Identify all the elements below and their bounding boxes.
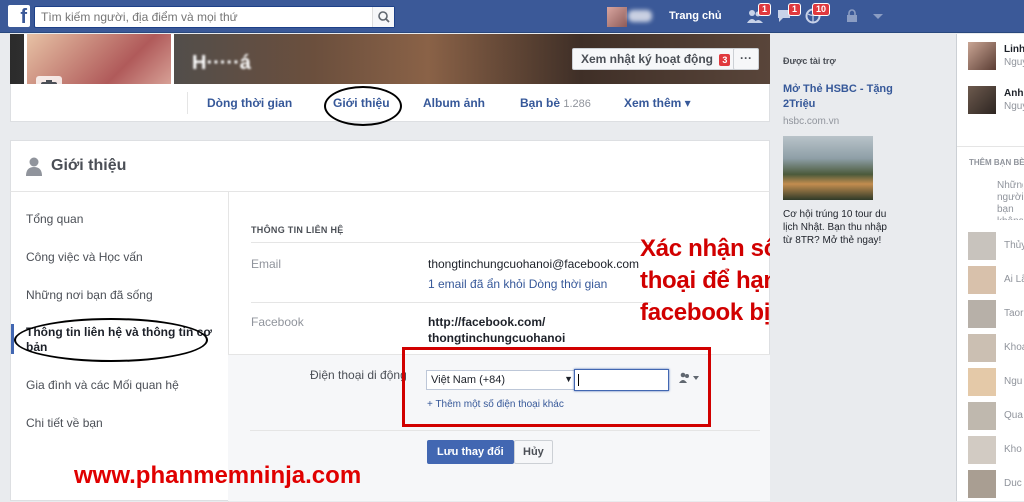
chat-contact-sub: Nguy [1004,57,1024,68]
chat-section-title: THÊM BẠN BÈ [969,158,1024,167]
tab-friends-label: Bạn bè [520,96,561,110]
chat-avatar[interactable] [968,86,996,114]
divider [250,430,760,431]
cover-more-button[interactable]: ··· [733,48,759,70]
search-box[interactable] [34,6,395,28]
chat-avatar[interactable] [968,334,996,362]
chat-avatar[interactable] [968,436,996,464]
email-label: Email [251,257,282,271]
friends-count: 1.286 [563,98,591,110]
contact-info-highlight-ellipse [14,318,208,362]
contact-info-section-title: THÔNG TIN LIÊN HỆ [251,225,344,235]
tab-photos[interactable]: Album ảnh [423,96,485,110]
ad-title-hsbc[interactable]: Mở Thẻ HSBC - Tặng 2Triệu [783,82,903,112]
divider [251,302,651,303]
hidden-email-link[interactable]: 1 email đã ẩn khỏi Dòng thời gian [428,277,607,291]
chat-avatar[interactable] [968,368,996,396]
phone-highlight-red-box [402,347,711,427]
chat-contact-name[interactable]: Ai Lã [1004,274,1024,285]
tab-more[interactable]: Xem thêm ▾ [624,96,691,110]
chat-avatar[interactable] [968,42,996,70]
chat-contact-name[interactable]: Khoa [1004,342,1024,353]
chat-contact-name[interactable]: Kho [1004,444,1022,455]
top-navigation-bar: f Trang chủ 1 1 10 [0,0,1024,33]
ad-image-campfire[interactable] [783,136,873,200]
search-button[interactable] [372,7,394,27]
chat-avatar[interactable] [968,300,996,328]
sidebar-item-work-education[interactable]: Công việc và Học vấn [26,250,143,264]
email-value: thongtinchungcuohanoi@facebook.com [428,257,639,271]
about-header: Giới thiệu [10,140,770,192]
account-menu-chevron-icon[interactable] [869,9,887,25]
activity-log-badge: 3 [719,54,731,66]
search-icon [378,11,390,23]
activity-log-label: Xem nhật ký hoạt động [581,52,714,66]
chat-contact-name[interactable]: Ngu [1004,376,1022,387]
activity-log-button[interactable]: Xem nhật ký hoạt động 3 [572,48,740,70]
facebook-url-line1: http://facebook.com/ [428,315,546,329]
search-input[interactable] [35,7,365,27]
ad-host-hsbc[interactable]: hsbc.com.vn [783,116,839,127]
chat-contact-name[interactable]: Anh [1004,88,1023,99]
facebook-logo[interactable]: f [8,5,30,28]
notifications-badge: 10 [812,3,831,16]
ads-column: Được tài trợ Mở Thẻ HSBC - Tặng 2Triệu h… [770,34,956,501]
chat-avatar[interactable] [968,232,996,260]
person-icon [26,157,42,176]
about-title: Giới thiệu [51,157,127,174]
chat-contact-name[interactable]: Thủy [1004,240,1024,251]
cancel-button[interactable]: Hủy [514,440,553,464]
sidebar-item-family-relationships[interactable]: Gia đình và các Mối quan hệ [26,378,179,392]
user-name-blurred[interactable] [628,10,652,22]
profile-name-blurred: H·····á [192,52,251,74]
sidebar-item-overview[interactable]: Tổng quan [26,212,83,226]
about-tab-highlight-ellipse [324,86,402,126]
sidebar-item-places-lived[interactable]: Những nơi bạn đã sống [26,288,153,302]
watermark-url: www.phanmemninja.com [74,462,362,489]
home-link[interactable]: Trang chủ [669,10,722,22]
facebook-url-line2: thongtinchungcuohanoi [428,331,566,345]
privacy-lock-icon[interactable] [843,8,861,24]
sponsored-header: Được tài trợ [783,56,836,66]
divider [187,92,188,114]
chat-avatar[interactable] [968,266,996,294]
divider [251,242,651,243]
mobile-phone-label: Điện thoại di động [310,368,407,382]
chat-contact-name[interactable]: Taor [1004,308,1023,319]
sidebar-item-details-about-you[interactable]: Chi tiết về bạn [26,416,103,430]
chat-contact-name[interactable]: Duc [1004,478,1022,489]
chat-avatar[interactable] [968,402,996,430]
friend-requests-badge: 1 [758,3,772,16]
chat-avatar[interactable] [968,470,996,498]
save-changes-button[interactable]: Lưu thay đổi [427,440,514,464]
facebook-label: Facebook [251,315,304,329]
chat-sidebar: Linh Nguy Anh Nguy THÊM BẠN BÈ Những ngư… [956,34,1024,501]
chat-contact-sub: Nguy [1004,101,1024,112]
chat-contact-name[interactable]: Linh [1004,44,1024,55]
tab-timeline[interactable]: Dòng thời gian [207,96,292,110]
chat-contact-name[interactable]: Qua [1004,410,1023,421]
messages-badge: 1 [788,3,802,16]
user-avatar[interactable] [607,7,627,27]
divider [957,146,1024,147]
chat-section-note: Những người bạn không trong [997,180,1023,220]
ad-text-travel[interactable]: Cơ hội trúng 10 tour du lịch Nhật. Bạn t… [783,208,891,247]
tab-friends[interactable]: Bạn bè 1.286 [520,96,591,110]
